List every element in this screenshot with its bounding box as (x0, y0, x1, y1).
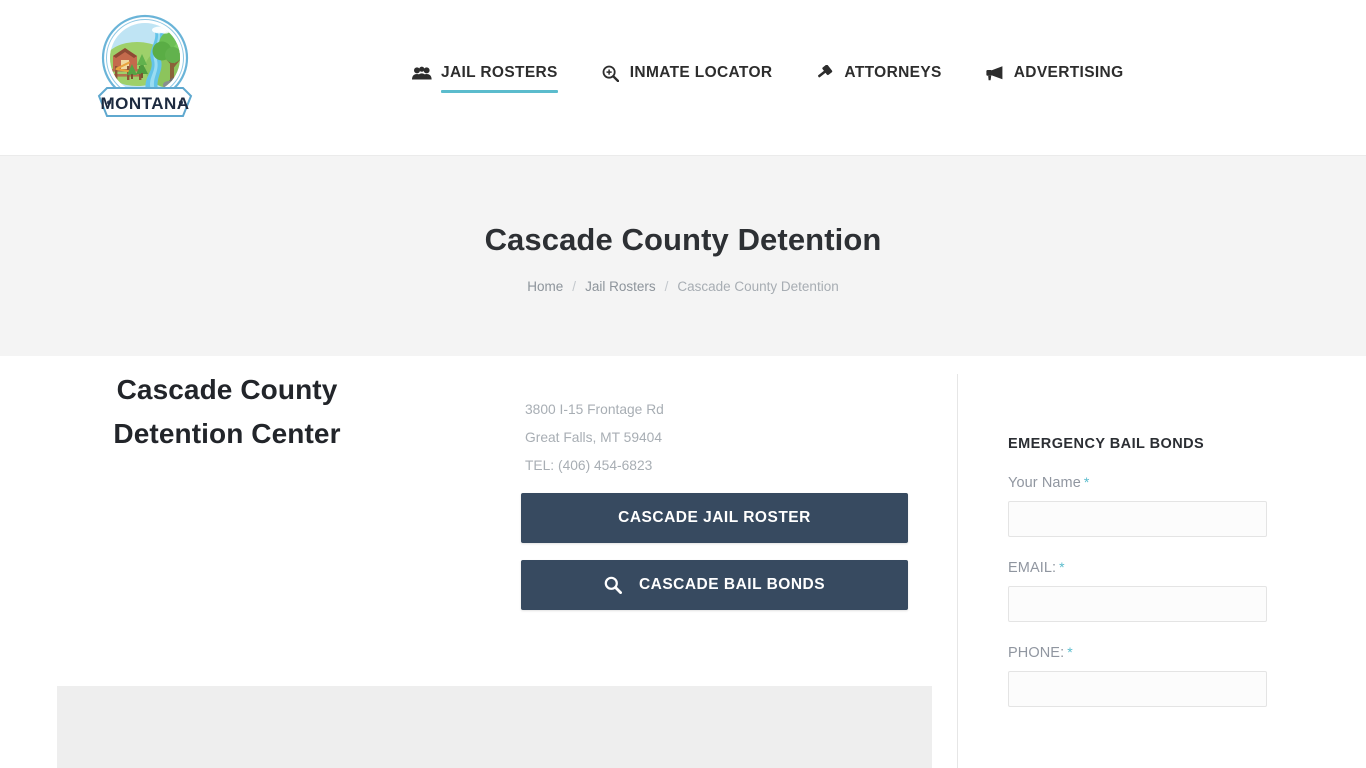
nav-label-inmate-locator: INMATE LOCATOR (629, 64, 773, 81)
page-banner: Cascade County Detention Home / Jail Ros… (0, 155, 1366, 356)
site-header: MONTANA JAIL ROSTERS INMATE LOCATOR ATTO… (0, 0, 1366, 155)
cascade-bail-bonds-button[interactable]: CASCADE BAIL BONDS (521, 560, 908, 610)
facility-address: 3800 I-15 Frontage Rd Great Falls, MT 59… (525, 396, 664, 480)
required-asterisk: * (1059, 559, 1065, 575)
emergency-bail-bonds-sidebar: EMERGENCY BAIL BONDS Your Name * EMAIL: * … (1008, 356, 1308, 707)
gavel-icon (815, 64, 835, 82)
cascade-bail-bonds-label: CASCADE BAIL BONDS (638, 576, 826, 593)
required-asterisk: * (1067, 644, 1073, 660)
sidebar-divider (957, 374, 958, 768)
breadcrumb-item-current: Cascade County Detention (677, 279, 839, 294)
facility-name-line2: Detention Center (113, 418, 341, 449)
form-group-email: EMAIL: * (1008, 559, 1308, 622)
montana-logo-icon: MONTANA (97, 14, 193, 117)
users-icon (412, 64, 432, 82)
breadcrumb-item-home[interactable]: Home (527, 279, 563, 294)
your-name-label-text: Your Name (1008, 475, 1081, 491)
your-name-input[interactable] (1008, 501, 1267, 537)
action-buttons: CASCADE JAIL ROSTER CASCADE BAIL BONDS (521, 493, 908, 610)
form-group-your-name: Your Name * (1008, 474, 1308, 537)
search-plus-icon (601, 64, 621, 82)
nav-label-attorneys: ATTORNEYS (844, 64, 942, 81)
phone-label: PHONE: * (1008, 644, 1308, 661)
main-content: Cascade County Detention Center 3800 I-1… (0, 356, 1366, 768)
phone-label-text: PHONE: (1008, 645, 1065, 661)
email-label-text: EMAIL: (1008, 560, 1057, 576)
nav-item-advertising[interactable]: ADVERTISING (985, 63, 1124, 83)
nav-item-attorneys[interactable]: ATTORNEYS (815, 63, 962, 83)
breadcrumb-separator: / (664, 279, 669, 294)
main-navigation: JAIL ROSTERS INMATE LOCATOR ATTORNEYS AD… (412, 63, 1124, 93)
svg-text:MONTANA: MONTANA (100, 94, 189, 113)
phone-input[interactable] (1008, 671, 1267, 707)
breadcrumb-item-jail-rosters[interactable]: Jail Rosters (585, 279, 656, 294)
breadcrumb-separator: / (572, 279, 577, 294)
montana-logo[interactable]: MONTANA (85, 12, 205, 124)
content-placeholder-block (57, 686, 932, 768)
facility-name: Cascade County Detention Center (57, 368, 397, 456)
form-group-phone: PHONE: * (1008, 644, 1308, 707)
nav-label-jail-rosters: JAIL ROSTERS (441, 64, 558, 93)
nav-item-jail-rosters[interactable]: JAIL ROSTERS (412, 63, 579, 93)
bullhorn-icon (985, 64, 1005, 82)
email-input[interactable] (1008, 586, 1267, 622)
nav-label-advertising: ADVERTISING (1013, 64, 1124, 81)
required-asterisk: * (1083, 474, 1090, 490)
breadcrumb: Home / Jail Rosters / Cascade County Det… (0, 279, 1366, 294)
cascade-jail-roster-label: CASCADE JAIL ROSTER (618, 509, 811, 526)
address-street: 3800 I-15 Frontage Rd (525, 402, 664, 417)
sidebar-title: EMERGENCY BAIL BONDS (1008, 436, 1205, 452)
address-phone: TEL: (406) 454-6823 (525, 458, 653, 473)
address-city-state-zip: Great Falls, MT 59404 (525, 430, 663, 445)
email-label: EMAIL: * (1008, 559, 1308, 576)
nav-item-inmate-locator[interactable]: INMATE LOCATOR (601, 63, 794, 83)
page-title: Cascade County Detention (484, 222, 882, 257)
facility-name-line1: Cascade County (116, 374, 338, 405)
cascade-jail-roster-button[interactable]: CASCADE JAIL ROSTER (521, 493, 908, 543)
your-name-label: Your Name * (1008, 474, 1308, 491)
search-icon (604, 576, 622, 594)
